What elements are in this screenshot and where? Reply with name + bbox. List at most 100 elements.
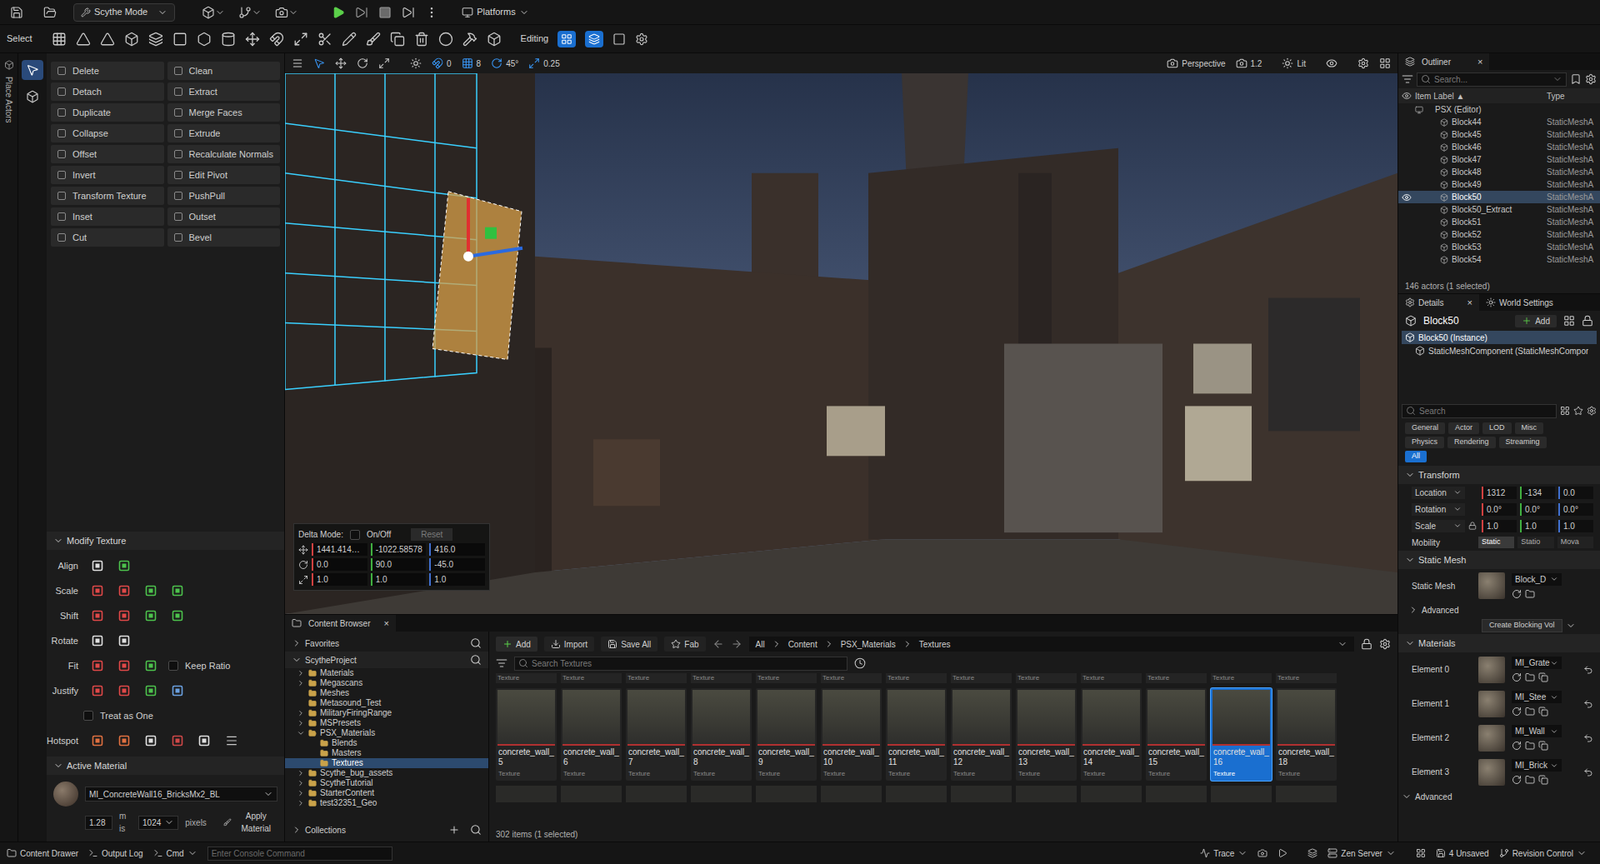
outliner-tab[interactable]: Outliner× <box>1398 53 1490 70</box>
add-icon[interactable] <box>448 824 460 836</box>
asset-tile[interactable]: concrete_wall_14Texture <box>1080 688 1142 781</box>
collapsed-icon[interactable] <box>296 789 305 798</box>
tool-button[interactable]: Outset <box>167 207 281 226</box>
asset-tile[interactable]: concrete_wall_7Texture <box>625 688 687 781</box>
scale-icon[interactable] <box>378 57 390 70</box>
texture-op-icon[interactable] <box>91 560 104 572</box>
mobility-option[interactable]: Static <box>1478 536 1515 549</box>
derived-data-icon[interactable] <box>1307 848 1318 859</box>
forward-icon[interactable] <box>730 638 743 650</box>
cinematics-icon[interactable] <box>275 5 289 20</box>
search-icon[interactable] <box>470 654 482 666</box>
texture-op-icon[interactable] <box>145 585 157 597</box>
texture-op-icon[interactable] <box>118 610 130 622</box>
delta-toggle[interactable] <box>350 530 360 540</box>
hotspot-menu-icon[interactable] <box>225 734 239 748</box>
copy-icon[interactable] <box>1538 775 1549 785</box>
snap-button[interactable]: 8 <box>461 57 482 70</box>
delta-input[interactable]: 1.0 <box>311 573 368 586</box>
asset-tile[interactable]: concrete_wall_12Texture <box>950 688 1012 781</box>
material-dropdown[interactable]: MI_ConcreteWall16_BricksMx2_BL <box>85 786 278 802</box>
collapsed-icon[interactable] <box>296 669 305 678</box>
outliner-row[interactable]: Block50StaticMeshA <box>1398 190 1600 204</box>
triangle-icon[interactable] <box>75 31 91 47</box>
breadcrumb-item[interactable]: Content <box>788 638 818 651</box>
folder-tree-item[interactable]: Blends <box>285 738 489 749</box>
layers-icon[interactable] <box>148 31 164 47</box>
tool-button[interactable]: PushPull <box>167 186 281 205</box>
material-dropdown[interactable]: MI_Wall <box>1511 725 1562 738</box>
tool-button[interactable]: Detach <box>50 82 165 101</box>
mode-dropdown[interactable]: Scythe Mode <box>73 3 175 22</box>
material-dropdown[interactable]: MI_Brick <box>1511 759 1562 772</box>
brush-icon[interactable] <box>365 31 381 47</box>
delta-input[interactable]: 1.0 <box>429 573 485 586</box>
asset-tile[interactable]: concrete_wall_11Texture <box>885 688 947 781</box>
browse-icon[interactable] <box>1525 775 1535 785</box>
layout-icon[interactable] <box>1415 848 1426 859</box>
console-input[interactable]: Enter Console Command <box>207 846 393 861</box>
transform-input[interactable]: 1.0 <box>1520 520 1555 533</box>
advanced-toggle[interactable]: Advanced <box>1398 789 1600 805</box>
texture-op-icon[interactable] <box>118 660 130 672</box>
move-icon[interactable] <box>245 31 260 47</box>
asset-tile[interactable]: concrete_wall_18Texture <box>1275 688 1337 781</box>
reset-icon[interactable] <box>1511 706 1522 717</box>
texture-op-icon[interactable] <box>145 735 157 747</box>
details-search[interactable]: Search <box>1401 404 1557 419</box>
transform-dropdown[interactable]: Location <box>1411 486 1465 500</box>
outliner-row[interactable]: Block51StaticMeshA <box>1398 215 1600 229</box>
close-tab-button[interactable]: × <box>383 616 389 631</box>
create-blocking-volume-button[interactable]: Create Blocking Vol <box>1481 619 1563 633</box>
screenshot-icon[interactable] <box>1257 848 1268 859</box>
delta-input[interactable]: 1.0 <box>370 573 427 586</box>
outliner-row[interactable]: Block54StaticMeshA <box>1398 253 1600 266</box>
folder-tree-item[interactable]: PSX_Materials <box>285 728 489 739</box>
texture-op-icon[interactable] <box>91 585 104 597</box>
texture-op-icon[interactable] <box>118 560 130 572</box>
revert-icon[interactable] <box>1583 767 1594 778</box>
tool-button[interactable]: Edit Pivot <box>167 165 281 185</box>
cylinder-icon[interactable] <box>220 31 236 47</box>
asset-tile[interactable]: concrete_wall_9Texture <box>755 688 817 781</box>
translate-icon[interactable] <box>335 57 347 70</box>
column-header[interactable]: Type <box>1546 90 1597 103</box>
play-icon[interactable] <box>331 5 345 20</box>
asset-tile[interactable]: concrete_wall_15Texture <box>1145 688 1207 781</box>
hammer-icon[interactable] <box>462 31 478 47</box>
transform-input[interactable]: 0.0 <box>1558 486 1594 500</box>
open-folder-icon[interactable] <box>43 5 57 20</box>
transform-header[interactable]: Transform <box>1398 465 1600 485</box>
transform-input[interactable]: 1.0 <box>1481 520 1517 533</box>
visible-icon[interactable] <box>1401 192 1412 203</box>
blueprint-icon[interactable] <box>238 5 252 20</box>
transform-input[interactable]: 0.0° <box>1558 503 1594 516</box>
transform-input[interactable]: 0.0° <box>1481 503 1517 516</box>
copy-icon[interactable] <box>1538 706 1549 717</box>
tool-button[interactable]: Invert <box>50 165 165 185</box>
snap-icon[interactable] <box>51 31 67 47</box>
delta-input[interactable]: 90.0 <box>370 558 427 571</box>
browse-icon[interactable] <box>1525 672 1535 683</box>
chevron-down-icon[interactable] <box>1565 620 1576 631</box>
tool-button[interactable]: Extrude <box>167 124 281 143</box>
asset-tile[interactable]: concrete_wall_10Texture <box>820 688 882 781</box>
folder-tree-item[interactable]: Materials <box>285 668 489 679</box>
component-row[interactable]: Block50 (Instance) <box>1401 330 1597 345</box>
texture-op-icon[interactable] <box>118 735 130 747</box>
component-row[interactable]: StaticMeshComponent (StaticMeshCompor <box>1401 344 1597 358</box>
content-browser-tab[interactable]: Content Browser× <box>285 615 396 632</box>
settings-icon[interactable] <box>1379 638 1391 650</box>
tool-button[interactable]: Inset <box>50 207 165 226</box>
filter-chip[interactable]: Physics <box>1405 436 1445 449</box>
grid-icon[interactable] <box>1560 405 1570 416</box>
filter-chip[interactable]: Rendering <box>1447 436 1496 449</box>
browse-icon[interactable] <box>1525 589 1535 600</box>
collapsed-icon[interactable] <box>296 779 305 788</box>
scissors-icon[interactable] <box>317 31 333 47</box>
record-icon[interactable] <box>1277 848 1288 859</box>
toolbar-button[interactable]: Save All <box>600 636 658 652</box>
outliner-row[interactable]: Block50_ExtractStaticMeshA <box>1398 203 1600 216</box>
collapsed-icon[interactable] <box>296 769 305 778</box>
close-tab-button[interactable]: × <box>1467 295 1473 310</box>
